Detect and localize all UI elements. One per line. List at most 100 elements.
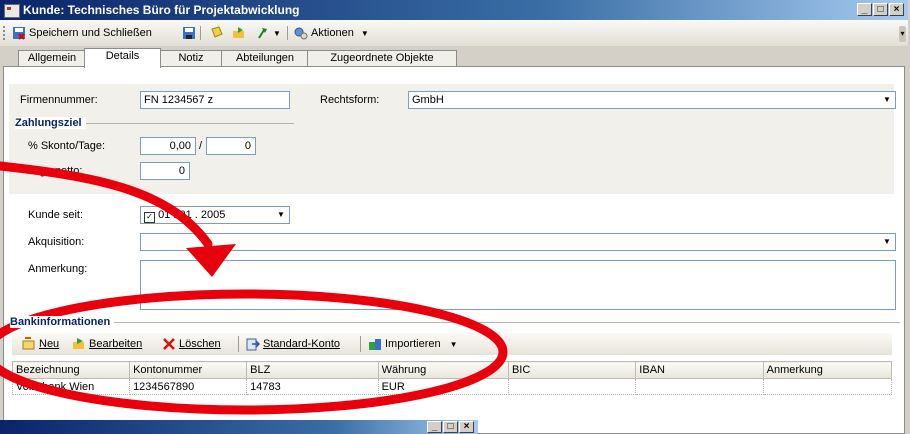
edit-folder-icon xyxy=(73,338,84,349)
akquisition-select[interactable]: ▼ xyxy=(140,233,896,251)
new-account-button[interactable]: Neu xyxy=(22,336,59,352)
toolbar-separator xyxy=(200,25,201,41)
main-toolbar: Speichern und Schließen ▼ Aktionen ▼ ▾ xyxy=(0,20,908,47)
checkbox-checked-icon[interactable]: ✓ xyxy=(144,212,155,223)
tab-details[interactable]: Details xyxy=(84,48,161,68)
link-dropdown-button[interactable]: ▼ xyxy=(256,25,281,41)
cell-waehrung[interactable]: EUR xyxy=(377,378,509,395)
kunde-seit-datepicker[interactable]: ✓ 01 . 01 . 2005 ▼ xyxy=(140,206,290,224)
skonto-label: % Skonto/Tage: xyxy=(28,140,106,152)
table-header-row: Bezeichnung Kontonummer BLZ Währung BIC … xyxy=(11,361,893,379)
link-arrow-icon xyxy=(258,28,267,39)
rechtsform-value: GmbH xyxy=(412,94,444,106)
actions-menu-button[interactable]: Aktionen ▼ xyxy=(294,25,369,41)
actions-icon xyxy=(294,27,308,40)
customer-card-icon xyxy=(4,4,20,18)
bank-divider xyxy=(94,322,900,323)
save-close-label: Speichern und Schließen xyxy=(29,27,152,39)
delete-account-button[interactable]: Löschen xyxy=(162,336,221,352)
delete-x-icon xyxy=(163,338,175,350)
bankinformationen-title: Bankinformationen xyxy=(10,316,115,328)
skonto-separator: / xyxy=(199,140,203,152)
column-header-iban[interactable]: IBAN xyxy=(635,361,764,379)
edit-account-button[interactable]: Bearbeiten xyxy=(72,336,142,352)
dropdown-arrow-icon[interactable]: ▼ xyxy=(880,93,894,107)
chevron-down-icon: ▼ xyxy=(360,28,369,38)
tab-zugeordnete-objekte[interactable]: Zugeordnete Objekte xyxy=(307,50,457,67)
column-header-bezeichnung[interactable]: Bezeichnung xyxy=(11,361,131,379)
cell-bic[interactable] xyxy=(507,378,637,395)
zahlungsziel-divider xyxy=(64,123,294,124)
kunde-seit-label: Kunde seit: xyxy=(28,209,84,221)
anmerkung-label: Anmerkung: xyxy=(28,263,88,275)
tab-notiz[interactable]: Notiz xyxy=(159,50,223,67)
tab-strip: Allgemein Details Notiz Abteilungen Zuge… xyxy=(0,46,908,68)
bank-accounts-table: Bezeichnung Kontonummer BLZ Währung BIC … xyxy=(11,361,893,395)
cell-kontonummer[interactable]: 1234567890 xyxy=(129,378,248,395)
details-panel: Firmennummer: FN 1234567 z Rechtsform: G… xyxy=(3,66,905,434)
minimize-button[interactable]: _ xyxy=(857,3,872,16)
bank-toolbar-separator xyxy=(238,336,239,352)
window-title-bar[interactable]: Kunde: Technisches Büro für Projektabwic… xyxy=(0,0,908,20)
folder-arrow-icon xyxy=(233,27,244,38)
edit-label: Bearbeiten xyxy=(89,338,143,350)
akquisition-label: Akquisition: xyxy=(28,236,85,248)
secondary-window-controls: _ □ × xyxy=(427,421,474,433)
delete-label: Löschen xyxy=(179,338,221,350)
import-label: Importieren xyxy=(385,338,441,350)
tab-allgemein[interactable]: Allgemein xyxy=(18,50,86,67)
cell-bezeichnung[interactable]: Volksbank Wien xyxy=(11,378,131,395)
tab-abteilungen[interactable]: Abteilungen xyxy=(221,50,309,67)
floppy-disk-icon xyxy=(183,27,195,39)
chevron-down-icon[interactable]: ▼ xyxy=(450,340,458,349)
toolbar-grip[interactable] xyxy=(3,26,8,40)
bank-toolbar: Neu Bearbeiten Löschen Standard-Konto Im… xyxy=(12,333,892,355)
column-header-blz[interactable]: BLZ xyxy=(246,361,379,379)
tage-netto-field[interactable]: 0 xyxy=(140,162,190,180)
close-button[interactable]: × xyxy=(889,3,904,16)
cell-blz[interactable]: 14783 xyxy=(246,378,379,395)
save-close-icon xyxy=(13,27,25,40)
bank-toolbar-separator xyxy=(360,336,361,352)
table-row[interactable]: Volksbank Wien 1234567890 14783 EUR xyxy=(11,378,893,395)
toolbar-separator xyxy=(287,25,288,41)
rechtsform-label: Rechtsform: xyxy=(320,94,380,106)
actions-label: Aktionen xyxy=(311,27,354,39)
standard-label: Standard-Konto xyxy=(263,338,341,350)
column-header-bic[interactable]: BIC xyxy=(507,361,637,379)
import-button[interactable]: Importieren ▼ xyxy=(368,336,458,352)
save-button[interactable] xyxy=(182,25,196,41)
standard-account-icon xyxy=(246,338,260,351)
zahlungsziel-title: Zahlungsziel xyxy=(15,117,86,129)
note-button[interactable] xyxy=(210,25,224,41)
toolbar-overflow-button[interactable]: ▾ xyxy=(899,26,906,42)
tage-netto-label: Tage netto: xyxy=(28,165,83,177)
skonto-percent-field[interactable]: 0,00 xyxy=(140,137,196,155)
column-header-waehrung[interactable]: Währung xyxy=(377,361,509,379)
attach-button[interactable] xyxy=(232,25,246,41)
rechtsform-select[interactable]: GmbH ▼ xyxy=(408,91,896,109)
firmennummer-field[interactable]: FN 1234567 z xyxy=(140,91,290,109)
secondary-window-title-bar[interactable]: _ □ × xyxy=(0,420,478,434)
new-label: Neu xyxy=(39,338,60,350)
note-icon xyxy=(211,26,223,38)
kunde-seit-value: 01 . 01 . 2005 xyxy=(158,209,226,221)
cell-iban[interactable] xyxy=(635,378,764,395)
anmerkung-textarea[interactable] xyxy=(140,260,896,310)
column-header-anmerkung[interactable]: Anmerkung xyxy=(762,361,893,379)
dropdown-arrow-icon[interactable]: ▼ xyxy=(880,235,894,249)
close-button[interactable]: × xyxy=(459,421,474,433)
standard-account-button[interactable]: Standard-Konto xyxy=(246,336,340,352)
dropdown-arrow-icon[interactable]: ▼ xyxy=(274,208,288,222)
save-close-button[interactable]: Speichern und Schließen xyxy=(12,25,152,41)
column-header-kontonummer[interactable]: Kontonummer xyxy=(129,361,248,379)
firmennummer-label: Firmennummer: xyxy=(20,94,98,106)
minimize-button[interactable]: _ xyxy=(427,421,442,433)
import-icon xyxy=(369,339,381,350)
new-item-icon xyxy=(22,337,35,350)
maximize-button[interactable]: □ xyxy=(873,3,888,16)
maximize-button[interactable]: □ xyxy=(443,421,458,433)
skonto-days-field[interactable]: 0 xyxy=(206,137,256,155)
chevron-down-icon: ▼ xyxy=(273,28,281,38)
cell-anmerkung[interactable] xyxy=(762,378,893,395)
